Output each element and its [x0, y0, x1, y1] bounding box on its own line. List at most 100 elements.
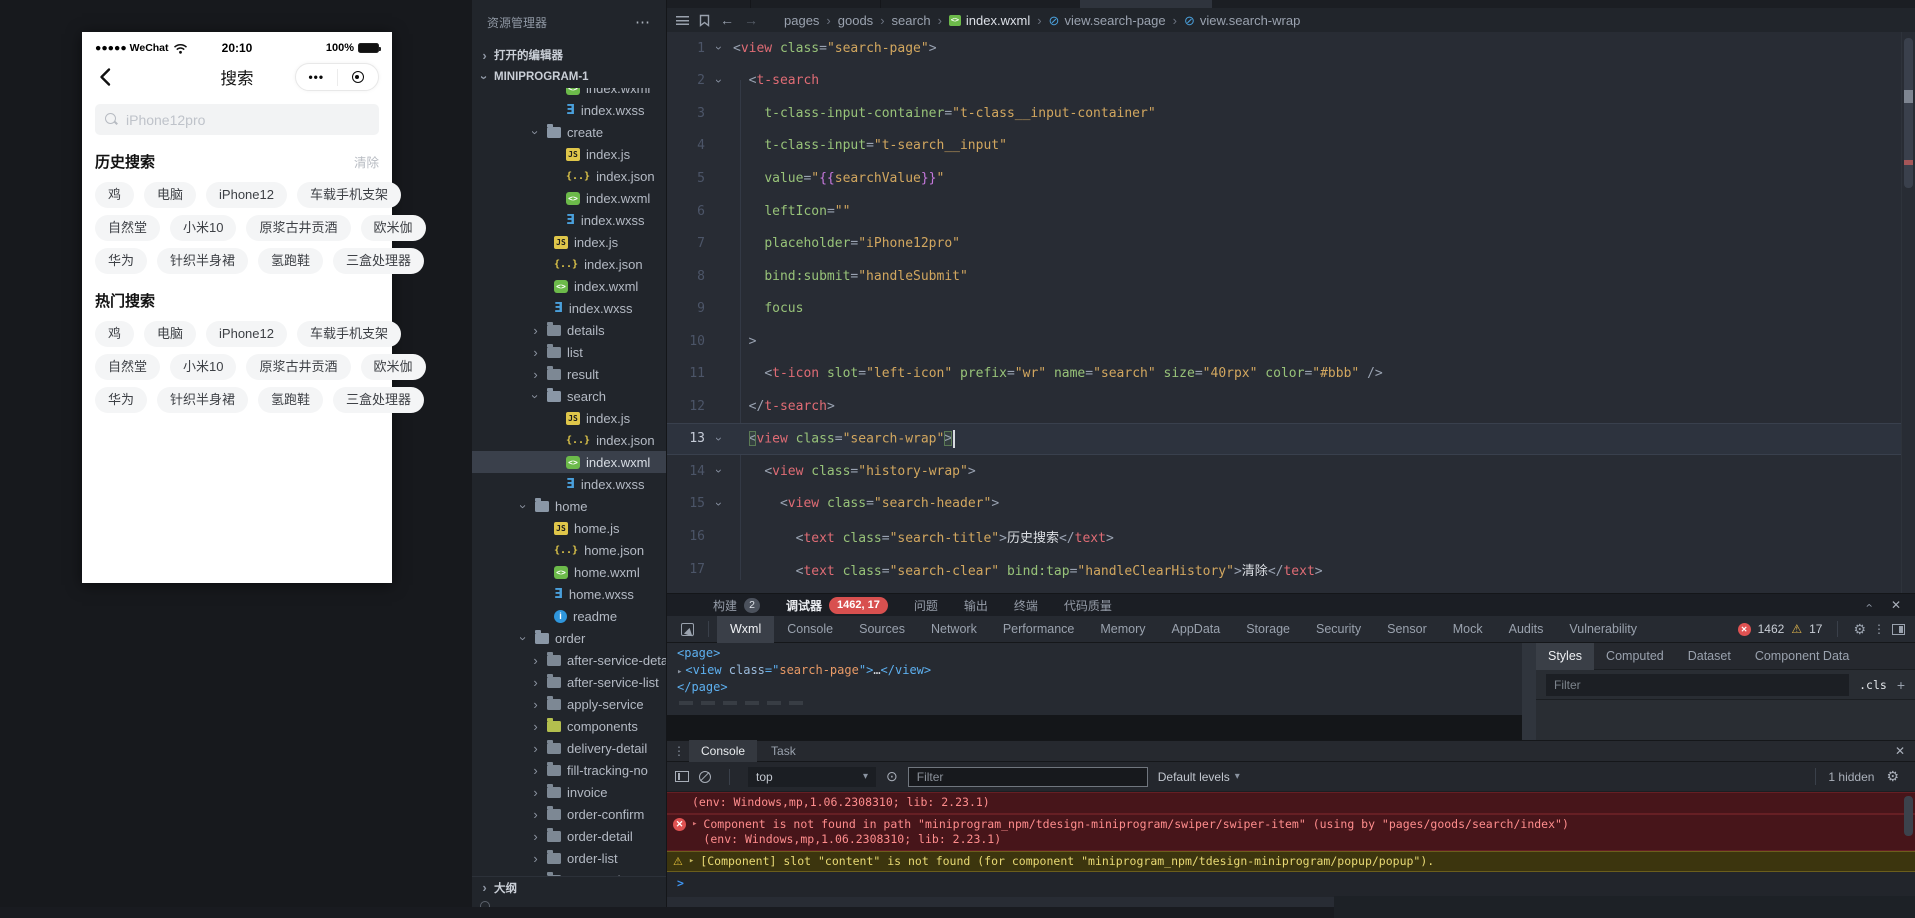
devtools-tab-wxml[interactable]: Wxml	[717, 615, 775, 643]
search-tag[interactable]: 氢跑鞋	[258, 387, 324, 413]
clear-history-button[interactable]: 清除	[354, 152, 379, 171]
expand-icon[interactable]: ▸	[689, 854, 694, 869]
vertical-scrollbar[interactable]	[1522, 643, 1536, 740]
tree-item-delivery-detail[interactable]: › delivery-detail	[472, 737, 666, 759]
tree-item-details[interactable]: › details	[472, 319, 666, 341]
devtools-tab-security[interactable]: Security	[1303, 616, 1374, 643]
open-editors-section[interactable]: › 打开的编辑器	[472, 44, 666, 66]
close-console-icon[interactable]: ✕	[1895, 744, 1915, 758]
tree-item-search[interactable]: › search	[472, 385, 666, 407]
tree-item-home[interactable]: › home	[472, 495, 666, 517]
fold-icon[interactable]: ›	[705, 432, 733, 446]
tree-item-order-list[interactable]: › order-list	[472, 847, 666, 869]
tree-item-readme[interactable]: i readme	[472, 605, 666, 627]
console-sidebar-icon[interactable]	[675, 771, 689, 782]
tree-item-index.wxml[interactable]: <> index.wxml	[472, 187, 666, 209]
tree-item-fill-tracking-no[interactable]: › fill-tracking-no	[472, 759, 666, 781]
devtools-tab-sources[interactable]: Sources	[846, 616, 918, 643]
search-tag[interactable]: 自然堂	[95, 215, 161, 241]
fold-icon[interactable]: ›	[705, 497, 733, 511]
bookmark-icon[interactable]	[699, 14, 710, 27]
console-tab-console[interactable]: Console	[689, 740, 758, 762]
context-select[interactable]: top ▾	[748, 766, 876, 787]
code-line-9[interactable]: 9 focus	[667, 292, 1915, 325]
devtools-tab-performance[interactable]: Performance	[990, 616, 1088, 643]
tree-item-after-service-detail[interactable]: › after-service-detail	[472, 649, 666, 671]
search-tag[interactable]: 针织半身裙	[157, 248, 249, 274]
code-line-17[interactable]: 17 <text class="search-clear" bind:tap="…	[667, 553, 1915, 586]
tree-item-index.json[interactable]: {..} index.json	[472, 165, 666, 187]
tree-item-index.json[interactable]: {..} index.json	[472, 429, 666, 451]
tree-item-home.js[interactable]: JS home.js	[472, 517, 666, 539]
devtools-tab-vulnerability[interactable]: Vulnerability	[1556, 616, 1650, 643]
tree-item-index.wxml[interactable]: <> index.wxml	[472, 451, 666, 473]
panel-tab-终端[interactable]: 终端	[1014, 597, 1038, 614]
devtools-settings-icon[interactable]: ⚙	[1853, 621, 1866, 638]
tree-item-index.js[interactable]: JS index.js	[472, 143, 666, 165]
styles-filter-input[interactable]	[1546, 673, 1850, 696]
live-expression-icon[interactable]: ⊙	[886, 768, 898, 785]
clear-console-icon[interactable]	[699, 770, 711, 783]
warning-count[interactable]: 17	[1809, 622, 1822, 636]
console-message[interactable]: ✕ ▸ Component is not found in path "minipr…	[667, 813, 1915, 851]
code-line-3[interactable]: 3 t-class-input-container="t-class__inpu…	[667, 97, 1915, 130]
tree-item-after-service-list[interactable]: › after-service-list	[472, 671, 666, 693]
code-line-4[interactable]: 4 t-class-input="t-search__input"	[667, 130, 1915, 163]
search-tag[interactable]: 三盒处理器	[333, 387, 425, 413]
code-line-7[interactable]: 7 placeholder="iPhone12pro"	[667, 227, 1915, 260]
tree-item-invoice[interactable]: › invoice	[472, 781, 666, 803]
search-input[interactable]: iPhone12pro	[95, 104, 379, 135]
tree-item-index.wxss[interactable]: Ǝindex.wxss	[472, 473, 666, 495]
devtools-tab-mock[interactable]: Mock	[1440, 616, 1496, 643]
more-menu-button[interactable]: •••	[296, 64, 337, 90]
close-panel-icon[interactable]: ✕	[1891, 598, 1901, 612]
search-tag[interactable]: 欧米伽	[360, 354, 426, 380]
project-root-section[interactable]: › MINIPROGRAM-1	[472, 66, 666, 88]
tree-item-list[interactable]: › list	[472, 341, 666, 363]
forward-navigation-icon[interactable]: →	[744, 12, 758, 28]
tree-item-index.json[interactable]: {..} index.json	[472, 253, 666, 275]
panel-tab-代码质量[interactable]: 代码质量	[1064, 597, 1112, 614]
search-tag[interactable]: 氢跑鞋	[258, 248, 324, 274]
tree-item-home.json[interactable]: {..} home.json	[472, 539, 666, 561]
tree-item-index.wxss[interactable]: Ǝindex.wxss	[472, 209, 666, 231]
dock-side-icon[interactable]	[1892, 623, 1905, 635]
search-tag[interactable]: 电脑	[144, 182, 197, 208]
code-line-15[interactable]: 15 › <view class="search-header">	[667, 488, 1915, 521]
editor-scrollbar[interactable]	[1904, 38, 1913, 188]
search-tag[interactable]: 鸡	[95, 182, 135, 208]
code-line-8[interactable]: 8 bind:submit="handleSubmit"	[667, 260, 1915, 293]
code-line-5[interactable]: 5 value="{{searchValue}}"	[667, 162, 1915, 195]
console-scrollbar[interactable]	[1904, 796, 1913, 836]
breadcrumb-item-search[interactable]: search	[892, 13, 931, 28]
code-line-6[interactable]: 6 leftIcon=""	[667, 195, 1915, 228]
search-tag[interactable]: iPhone12	[206, 182, 287, 208]
panel-tab-输出[interactable]: 输出	[964, 597, 988, 614]
search-tag[interactable]: 鸡	[95, 321, 135, 347]
toggle-class-button[interactable]: .cls	[1859, 678, 1887, 692]
search-tag[interactable]: 华为	[95, 387, 148, 413]
code-line-13[interactable]: 13 › <view class="search-wrap">	[667, 422, 1915, 456]
code-line-1[interactable]: 1 › <view class="search-page">	[667, 32, 1915, 65]
devtools-tab-network[interactable]: Network	[918, 616, 990, 643]
search-tag[interactable]: 小米10	[170, 354, 237, 380]
styles-tab-styles[interactable]: Styles	[1536, 642, 1595, 670]
devtools-tab-storage[interactable]: Storage	[1233, 616, 1303, 643]
breadcrumb-item-goods[interactable]: goods	[838, 13, 873, 28]
add-style-icon[interactable]: +	[1897, 677, 1905, 693]
tree-item-index.wxss[interactable]: Ǝindex.wxss	[472, 99, 666, 121]
outline-section[interactable]: › 大纲	[472, 876, 666, 898]
console-prompt[interactable]: >	[667, 872, 1915, 890]
search-tag[interactable]: 电脑	[144, 321, 197, 347]
code-editor[interactable]: 1 › <view class="search-page"> 2 › <t-search…	[667, 32, 1915, 595]
search-tag[interactable]: 车载手机支架	[296, 321, 401, 347]
tree-item-create[interactable]: › create	[472, 121, 666, 143]
styles-tab-dataset[interactable]: Dataset	[1676, 643, 1743, 670]
tree-item-apply-service[interactable]: › apply-service	[472, 693, 666, 715]
tree-item-order-detail[interactable]: › order-detail	[472, 825, 666, 847]
tree-item-order-confirm[interactable]: › order-confirm	[472, 803, 666, 825]
tree-item-home.wxml[interactable]: <> home.wxml	[472, 561, 666, 583]
search-tag[interactable]: 车载手机支架	[296, 182, 401, 208]
capsule-close-button[interactable]	[338, 71, 379, 83]
search-tag[interactable]: 自然堂	[95, 354, 161, 380]
